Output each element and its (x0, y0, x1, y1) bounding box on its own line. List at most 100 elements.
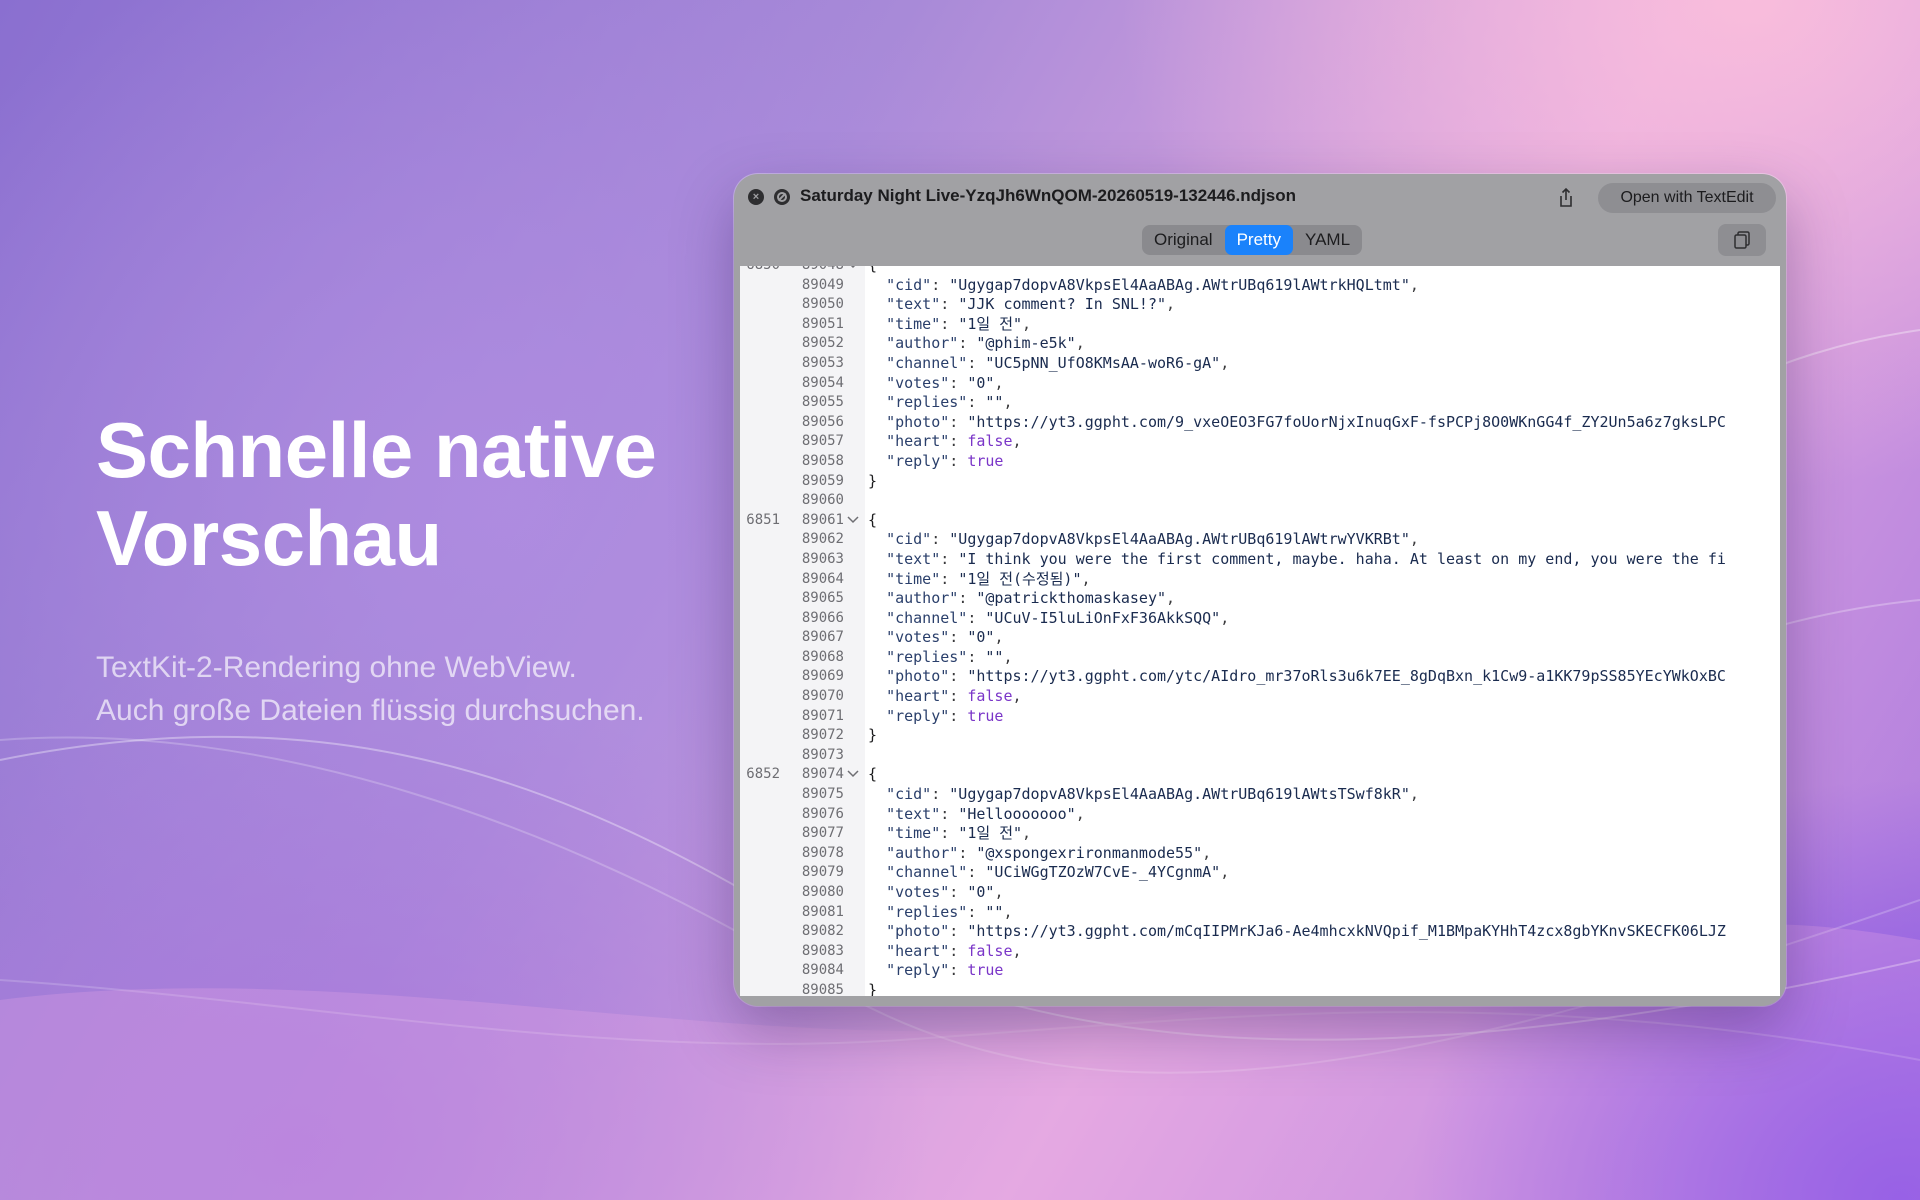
json-comma: , (1003, 647, 1013, 666)
code-text: "author": "@patrickthomaskasey", (868, 589, 1175, 609)
json-value: "https://yt3.ggpht.com/mCqIIPMrKJa6-Ae4m… (967, 922, 1726, 941)
json-key: "replies" (886, 647, 968, 666)
line-number: 89051 (801, 315, 844, 332)
json-key: "channel" (886, 608, 968, 627)
code-lines: 6850 89048 {89049 "cid": "Ugygap7dopvA8Vkp… (740, 266, 1780, 996)
code-text: "cid": "Ugygap7dopvA8VkpsEl4AaABAg.AWtrU… (868, 276, 1419, 296)
json-colon: : (958, 334, 977, 353)
code-line: 89049 "cid": "Ugygap7dopvA8VkpsEl4AaABAg… (740, 276, 1780, 296)
json-value: "0" (967, 628, 995, 647)
json-value: true (967, 706, 1004, 725)
json-colon: : (949, 373, 968, 392)
code-text: { (868, 266, 877, 276)
json-comma: , (1220, 353, 1230, 372)
hero-subtitle-line: Auch große Dateien flüssig durchsuchen. (96, 694, 645, 727)
line-number: 89066 (801, 609, 844, 626)
code-line: 89055 "replies": "", (740, 393, 1780, 413)
line-number: 89048 (784, 266, 844, 276)
json-value: "" (985, 902, 1004, 921)
code-text: "replies": "", (868, 393, 1012, 413)
json-comma: , (1166, 295, 1176, 314)
json-comma: , (1022, 314, 1032, 333)
code-line: 89059} (740, 472, 1780, 492)
open-with-textedit-button[interactable]: Open with TextEdit (1598, 183, 1776, 213)
line-number: 89069 (801, 668, 844, 685)
code-line: 89067 "votes": "0", (740, 628, 1780, 648)
line-number: 89083 (801, 942, 844, 959)
code-text: "author": "@phim-e5k", (868, 334, 1085, 354)
json-key: "time" (886, 314, 941, 333)
json-comma: , (994, 373, 1004, 392)
json-value: "0" (967, 883, 995, 901)
json-key: "photo" (886, 667, 950, 686)
json-colon: : (967, 608, 986, 627)
json-key: "author" (886, 843, 959, 862)
json-value: "Ugygap7dopvA8VkpsEl4AaABAg.AWtrUBq619lA… (949, 530, 1410, 549)
tab-original[interactable]: Original (1142, 225, 1225, 255)
record-number: 6852 (746, 766, 780, 783)
json-comma: , (994, 883, 1004, 901)
tab-yaml[interactable]: YAML (1293, 225, 1362, 255)
line-number: 89071 (801, 707, 844, 724)
line-number: 89081 (801, 903, 844, 920)
close-icon: × (752, 191, 760, 203)
code-line: 6852 89074 { (740, 765, 1780, 785)
json-key: "cid" (886, 785, 932, 804)
json-colon: : (931, 530, 950, 549)
line-number: 89085 (801, 981, 844, 996)
line-number: 89054 (801, 374, 844, 391)
code-line: 89071 "reply": true (740, 707, 1780, 727)
fold-chevron-icon[interactable] (846, 511, 860, 531)
code-line: 89051 "time": "1일 전", (740, 315, 1780, 335)
share-button[interactable] (1552, 184, 1580, 212)
json-colon: : (949, 706, 968, 725)
json-preview[interactable]: 6850 89048 {89049 "cid": "Ugygap7dopvA8Vkp… (740, 266, 1780, 996)
close-button[interactable]: × (748, 189, 764, 205)
code-line: 89062 "cid": "Ugygap7dopvA8VkpsEl4AaABAg… (740, 530, 1780, 550)
json-value: "1일 전" (958, 314, 1023, 333)
line-number: 89061 (801, 511, 844, 528)
line-number: 89082 (801, 923, 844, 940)
hero-title: Schnelle native Vorschau (96, 406, 657, 582)
json-colon: : (949, 687, 968, 706)
line-number: 89077 (801, 825, 844, 842)
code-line: 89070 "heart": false, (740, 687, 1780, 707)
line-number: 89084 (801, 962, 844, 979)
code-text: "channel": "UCiWGgTZOzW7CvE-_4YCgnmA", (868, 863, 1229, 883)
line-number: 89055 (801, 394, 844, 411)
json-value: "Ugygap7dopvA8VkpsEl4AaABAg.AWtrUBq619lA… (949, 275, 1410, 294)
tab-pretty[interactable]: Pretty (1224, 225, 1293, 255)
copy-button[interactable] (1718, 224, 1766, 256)
code-text: "votes": "0", (868, 374, 1003, 394)
json-comma: , (1220, 608, 1230, 627)
code-text: "cid": "Ugygap7dopvA8VkpsEl4AaABAg.AWtrU… (868, 785, 1419, 805)
view-mode-segmented-control: Original Pretty YAML (1142, 225, 1363, 255)
json-value: "Ugygap7dopvA8VkpsEl4AaABAg.AWtrUBq619lA… (949, 785, 1410, 804)
json-value: "@patrickthomaskasey" (976, 589, 1167, 608)
json-colon: : (967, 902, 986, 921)
code-text: } (868, 471, 878, 490)
json-comma: , (1202, 843, 1212, 862)
line-number: 89078 (801, 844, 844, 861)
fold-chevron-icon[interactable] (846, 266, 860, 276)
json-comma: , (1012, 687, 1022, 706)
code-line: 89084 "reply": true (740, 961, 1780, 981)
disable-button[interactable] (774, 189, 790, 205)
json-comma: , (1003, 902, 1013, 921)
code-text: } (868, 726, 878, 745)
line-number: 89052 (801, 335, 844, 352)
json-key: "reply" (886, 451, 950, 470)
json-key: "replies" (886, 902, 968, 921)
line-number: 89058 (801, 452, 844, 469)
line-number: 89060 (801, 492, 844, 509)
json-comma: , (1012, 432, 1022, 451)
code-line: 89057 "heart": false, (740, 432, 1780, 452)
json-comma: , (1220, 863, 1230, 882)
code-text: { (868, 510, 878, 529)
code-text: "channel": "UC5pNN_UfO8KMsAA-woR6-gA", (868, 354, 1229, 374)
quicklook-window: × Saturday Night Live-YzqJh6WnQOM-202605… (734, 174, 1786, 1006)
fold-chevron-icon[interactable] (846, 765, 860, 785)
json-comma: , (1081, 569, 1091, 588)
json-key: "author" (886, 334, 959, 353)
code-line: 89076 "text": "Hellooooooo", (740, 805, 1780, 825)
